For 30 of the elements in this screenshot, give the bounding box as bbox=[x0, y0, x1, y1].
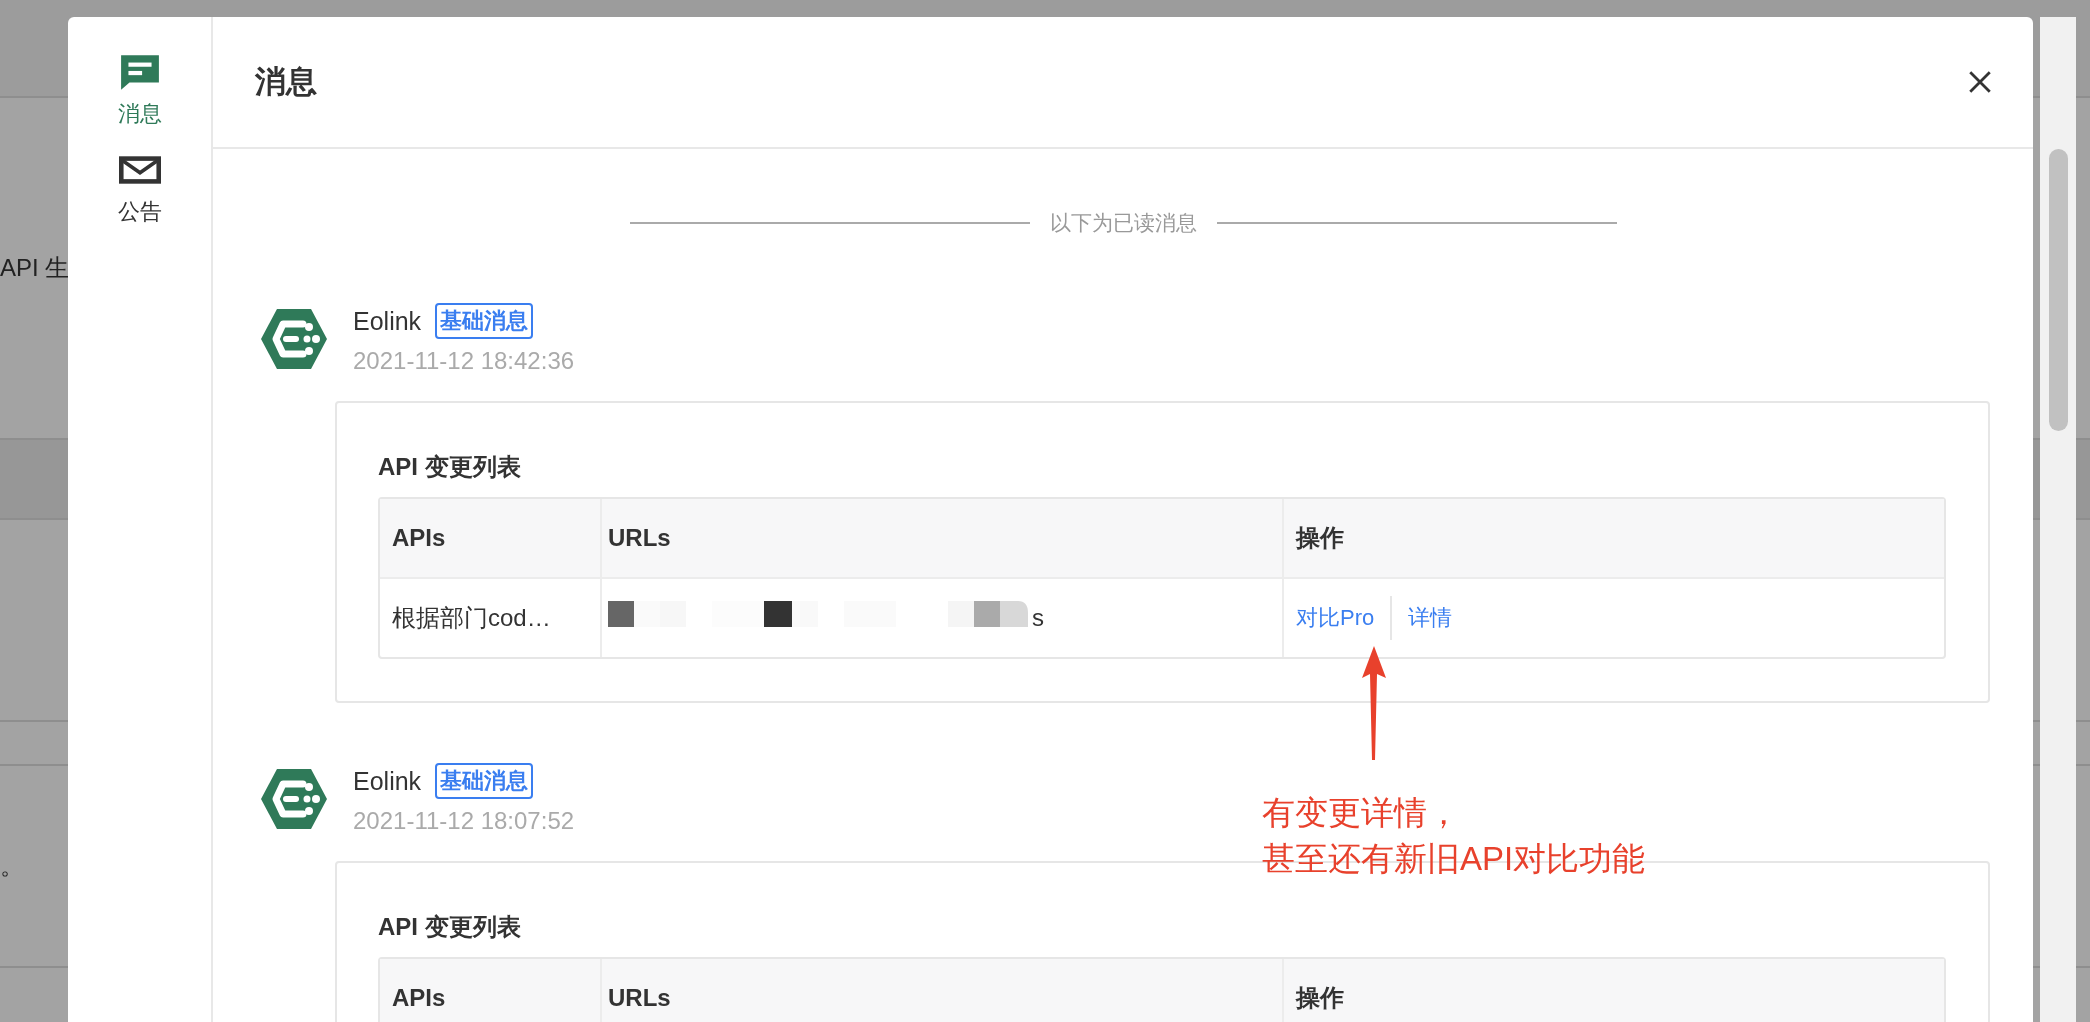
sender-name: Eolink bbox=[353, 766, 422, 796]
card-title: API 变更列表 bbox=[378, 912, 522, 942]
column-header: 操作 bbox=[1294, 983, 1345, 1013]
scrollbar-thumb[interactable] bbox=[2049, 149, 2068, 431]
action-link[interactable]: 详情 bbox=[1408, 603, 1453, 633]
column-header: URLs bbox=[602, 959, 1284, 1022]
column-header: APIs bbox=[380, 499, 602, 577]
column-header: APIs bbox=[380, 959, 602, 1022]
card-title: API 变更列表 bbox=[378, 452, 522, 482]
dialog-title: 消息 bbox=[255, 63, 317, 101]
logo-icon bbox=[259, 767, 329, 831]
background-text: 。 bbox=[0, 851, 24, 881]
table-cell: s bbox=[1032, 604, 1044, 632]
close-icon[interactable] bbox=[1967, 69, 1993, 95]
timestamp: 2021-11-12 18:42:36 bbox=[353, 347, 575, 375]
divider-label: 以下为已读消息 bbox=[1049, 210, 1197, 236]
message-tag: 基础消息 bbox=[435, 763, 534, 799]
timestamp: 2021-11-12 18:07:52 bbox=[353, 807, 575, 835]
table-cell: 根据部门cod… bbox=[380, 579, 602, 657]
annotation-text: 有变更详情， 甚至还有新旧API对比功能 bbox=[1262, 793, 1646, 879]
column-header: 操作 bbox=[1294, 523, 1345, 553]
logo-icon bbox=[259, 307, 329, 371]
column-header: URLs bbox=[602, 499, 1284, 577]
chat-icon bbox=[118, 53, 161, 91]
message-tag: 基础消息 bbox=[435, 303, 534, 339]
sidebar-tab[interactable]: 消息 bbox=[117, 53, 162, 129]
action-link[interactable]: 对比Pro bbox=[1296, 603, 1375, 633]
background-text: API 生 bbox=[0, 253, 70, 283]
sender-name: Eolink bbox=[353, 306, 422, 336]
sidebar-tab[interactable]: 公告 bbox=[117, 151, 162, 227]
